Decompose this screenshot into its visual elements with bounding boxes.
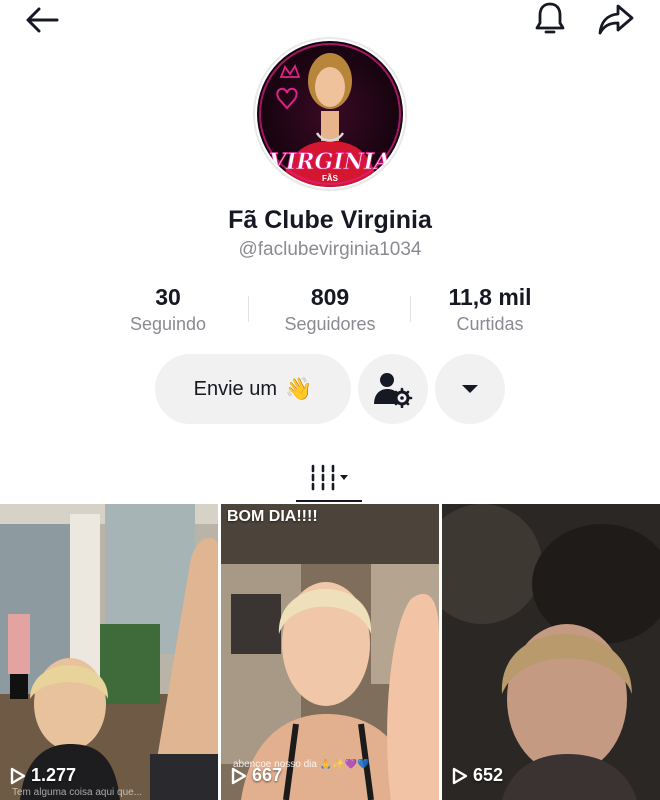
username: @faclubevirginia1034	[238, 239, 422, 260]
caret-down-icon	[462, 385, 478, 393]
avatar-logo-text: VIRGINIA	[269, 149, 391, 175]
profile-stats: 30 Seguindo 809 Seguidores 11,8 mil Curt…	[90, 282, 570, 342]
video-thumbnail-image	[0, 504, 218, 800]
play-outline-icon	[452, 767, 468, 784]
video-view-count: 652	[452, 765, 503, 786]
video-view-count-value: 652	[473, 765, 504, 785]
play-outline-icon	[231, 767, 247, 784]
stat-likes-value: 11,8 mil	[448, 284, 532, 310]
video-grid: Tem alguma coisa aqui que... 1.277 BOM D…	[0, 504, 660, 800]
active-tab-indicator	[296, 500, 362, 502]
share-button[interactable]	[592, 0, 640, 38]
video-overlay-text: Tem alguma coisa aqui que...	[12, 787, 143, 798]
stat-followers[interactable]: 809 Seguidores	[255, 282, 405, 336]
content-tabs	[0, 450, 660, 504]
video-view-count: 667	[231, 765, 282, 786]
tab-videos[interactable]	[300, 450, 362, 504]
message-button-label: Envie um	[193, 377, 277, 400]
back-button[interactable]	[20, 2, 64, 38]
video-view-count-value: 1.277	[31, 765, 77, 785]
video-view-count-value: 667	[252, 765, 283, 785]
arrow-left-icon	[26, 7, 59, 33]
share-arrow-icon	[598, 4, 634, 35]
bell-icon	[535, 2, 565, 34]
stat-following-label: Seguindo	[129, 314, 207, 334]
video-thumbnail[interactable]: BOM DIA!!!! abençoe nosso dia 🙏✨💜💙 667	[221, 504, 439, 800]
stat-following-value: 30	[155, 284, 181, 310]
avatar-image: VIRGINIA FÃS	[257, 41, 403, 187]
video-caption: BOM DIA!!!!	[227, 508, 318, 525]
grid-bars-icon	[311, 464, 348, 491]
stat-followers-value: 809	[310, 284, 350, 310]
video-view-count: 1.277	[10, 765, 76, 786]
avatar-logo-sub: FÃS	[322, 174, 339, 183]
play-outline-icon	[10, 767, 26, 784]
video-thumbnail[interactable]: Tem alguma coisa aqui que... 1.277	[0, 504, 218, 800]
top-bar	[0, 0, 660, 40]
person-gear-icon	[374, 373, 413, 408]
video-thumbnail-image	[221, 504, 439, 800]
profile-avatar[interactable]: VIRGINIA FÃS	[253, 37, 407, 191]
add-friend-button[interactable]	[358, 354, 428, 424]
more-options-button[interactable]	[435, 354, 505, 424]
waving-hand-icon: 👋	[284, 376, 313, 401]
stat-divider	[410, 296, 411, 322]
stat-likes-label: Curtidas	[456, 314, 524, 334]
stat-divider	[248, 296, 249, 322]
video-thumbnail-image	[442, 504, 660, 800]
video-thumbnail[interactable]: 652	[442, 504, 660, 800]
message-button[interactable]: Envie um 👋	[155, 354, 351, 424]
stat-likes[interactable]: 11,8 mil Curtidas	[415, 282, 565, 336]
stat-followers-label: Seguidores	[284, 314, 376, 334]
notifications-button[interactable]	[528, 0, 572, 38]
profile-actions: Envie um 👋	[0, 354, 660, 424]
stat-following[interactable]: 30 Seguindo	[93, 282, 243, 336]
display-name: Fã Clube Virginia	[228, 206, 432, 234]
